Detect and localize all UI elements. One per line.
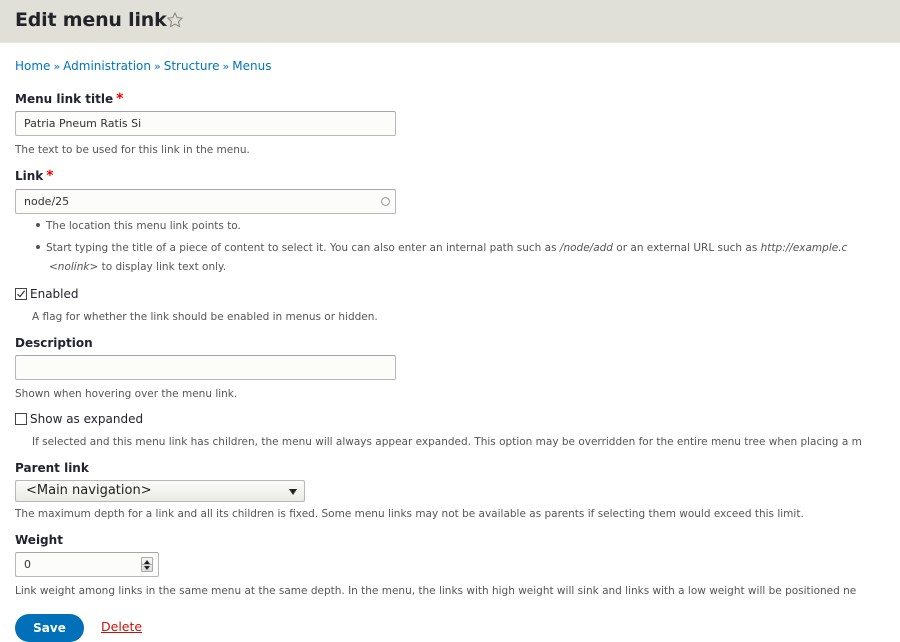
link-help-text: to display link text only.	[98, 261, 227, 273]
link-help-text: Start typing the title of a piece of con…	[46, 242, 560, 254]
enabled-description: A flag for whether the link should be en…	[32, 311, 378, 323]
spinner-down-icon[interactable]	[144, 566, 150, 570]
number-spinner[interactable]	[141, 557, 153, 572]
example-external-url: http://example.c	[760, 242, 848, 254]
required-marker: *	[46, 168, 54, 184]
spinner-divider	[142, 564, 152, 565]
link-help-text: The location this menu link points to.	[46, 220, 241, 232]
menu-link-title-label: Menu link title *	[15, 91, 123, 107]
link-label: Link *	[15, 168, 54, 184]
bullet-icon	[36, 223, 40, 227]
example-internal-path: /node/add	[559, 242, 613, 254]
expanded-checkbox[interactable]	[15, 412, 27, 425]
link-help-text: or an external URL such as	[612, 242, 761, 254]
link-input-value: node/25	[24, 195, 70, 208]
page-title: Edit menu link	[15, 9, 167, 31]
expanded-checkbox-row[interactable]: Show as expanded	[15, 412, 143, 426]
save-button[interactable]: Save	[15, 614, 84, 642]
star-outline-icon[interactable]	[166, 11, 184, 29]
checkmark-icon	[17, 289, 26, 297]
link-help-continuation: <nolink> to display link text only.	[49, 261, 226, 273]
nolink-token: <nolink>	[49, 261, 99, 273]
weight-description: Link weight among links in the same menu…	[15, 585, 857, 597]
weight-value: 0	[24, 558, 31, 571]
description-help: Shown when hovering over the menu link.	[15, 388, 238, 400]
breadcrumb-structure[interactable]: Structure	[164, 59, 220, 73]
expanded-description: If selected and this menu link has child…	[32, 436, 862, 448]
breadcrumb-menus[interactable]: Menus	[232, 59, 271, 73]
breadcrumb-separator: »	[53, 60, 61, 73]
breadcrumb-home[interactable]: Home	[15, 59, 50, 73]
link-help-item: The location this menu link points to.	[36, 220, 241, 232]
page-header: Edit menu link	[0, 0, 900, 43]
menu-link-title-input[interactable]: Patria Pneum Ratis Si	[15, 111, 396, 136]
breadcrumb-administration[interactable]: Administration	[63, 59, 151, 73]
parent-link-selected: <Main navigation>	[26, 483, 152, 498]
link-label-text: Link	[15, 169, 44, 183]
link-input[interactable]: node/25	[15, 189, 396, 214]
weight-input[interactable]: 0	[15, 552, 159, 577]
parent-link-select[interactable]: <Main navigation>	[15, 480, 305, 502]
dropdown-arrow-icon	[289, 489, 297, 495]
breadcrumb: Home» Administration» Structure» Menus	[15, 59, 271, 73]
required-marker: *	[116, 91, 124, 107]
bullet-icon	[36, 245, 40, 249]
description-label: Description	[15, 336, 93, 350]
breadcrumb-separator: »	[222, 60, 230, 73]
autocomplete-throbber-icon	[381, 197, 390, 206]
enabled-checkbox-row[interactable]: Enabled	[15, 287, 79, 301]
description-input[interactable]	[15, 355, 396, 380]
link-help-item: Start typing the title of a piece of con…	[36, 242, 847, 254]
menu-link-title-label-text: Menu link title	[15, 92, 114, 106]
expanded-label: Show as expanded	[30, 412, 144, 426]
menu-link-title-description: The text to be used for this link in the…	[15, 144, 250, 156]
parent-link-description: The maximum depth for a link and all its…	[15, 508, 804, 520]
parent-link-label: Parent link	[15, 461, 89, 475]
delete-link[interactable]: Delete	[101, 619, 142, 634]
enabled-checkbox[interactable]	[15, 287, 27, 300]
weight-label: Weight	[15, 533, 63, 547]
breadcrumb-separator: »	[153, 60, 161, 73]
enabled-label: Enabled	[30, 287, 79, 301]
